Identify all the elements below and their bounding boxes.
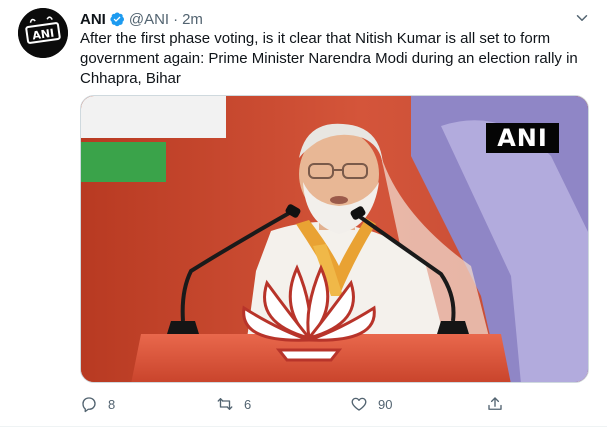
chevron-down-icon <box>576 15 588 21</box>
like-count: 90 <box>378 396 393 412</box>
retweet-count: 6 <box>244 396 252 412</box>
timestamp[interactable]: 2m <box>182 11 203 28</box>
reply-count: 8 <box>108 396 116 412</box>
ani-logo-icon: ANI <box>18 8 68 58</box>
more-options-button[interactable] <box>571 8 593 28</box>
tweet-media-image[interactable]: ANI <box>80 95 589 383</box>
tweet-card[interactable]: ANI ANI @ANI · 2m After the first phase … <box>0 0 607 427</box>
retweet-icon <box>217 398 233 410</box>
tweet-header: ANI @ANI · 2m <box>80 10 203 28</box>
author-handle[interactable]: @ANI <box>129 11 169 28</box>
verified-icon <box>109 11 125 27</box>
reply-button[interactable]: 8 <box>80 393 115 415</box>
tweet-text: After the first phase voting, is it clea… <box>80 30 578 87</box>
retweet-button[interactable]: 6 <box>216 393 251 415</box>
avatar[interactable]: ANI <box>18 8 68 58</box>
reply-icon <box>82 397 96 413</box>
share-button[interactable] <box>486 393 504 415</box>
author-name[interactable]: ANI <box>80 11 106 28</box>
header-separator: · <box>173 10 179 28</box>
ani-watermark: ANI <box>486 123 559 153</box>
share-icon <box>488 397 502 410</box>
like-button[interactable]: 90 <box>350 393 392 415</box>
heart-icon <box>351 397 367 411</box>
tweet-actions: 8 6 90 <box>80 393 520 415</box>
